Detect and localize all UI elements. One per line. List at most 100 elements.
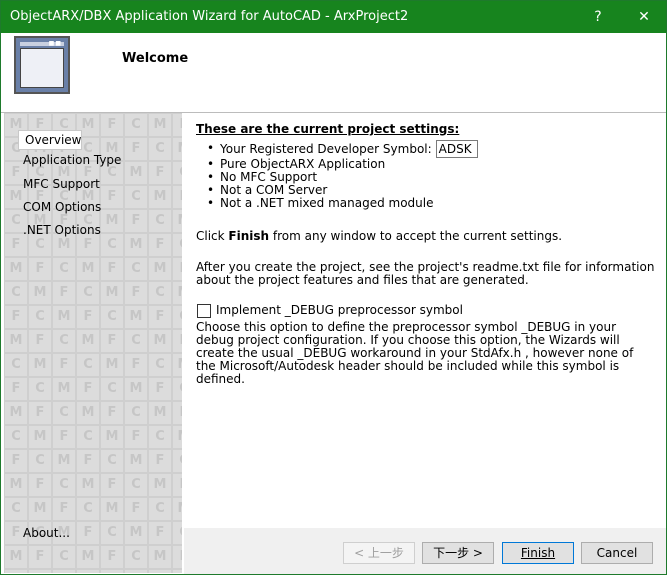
sidebar-pattern-tile: C (124, 257, 148, 281)
sidebar-item-mfc-support[interactable]: MFC Support (23, 177, 100, 191)
sidebar-pattern-tile: C (76, 281, 100, 305)
list-item: Not a .NET mixed managed module (207, 196, 478, 210)
sidebar-pattern-tile: M (148, 545, 172, 569)
sidebar-pattern-tile: M (124, 305, 148, 329)
debug-checkbox-label[interactable]: Implement _DEBUG preprocessor symbol (216, 303, 463, 317)
sidebar-pattern-tile: C (172, 233, 182, 257)
sidebar-pattern-tile: C (52, 401, 76, 425)
sidebar-pattern-tile: C (172, 305, 182, 329)
sidebar-pattern-tile: M (100, 425, 124, 449)
sidebar-item-com-options[interactable]: COM Options (23, 200, 101, 214)
sidebar-pattern-tile: F (148, 233, 172, 257)
sidebar-item-net-options[interactable]: .NET Options (23, 223, 101, 237)
sidebar-pattern-tile: M (172, 209, 182, 233)
sidebar-pattern-tile: C (124, 473, 148, 497)
sidebar-pattern-tile: M (4, 329, 28, 353)
sidebar-pattern-tile: F (52, 281, 76, 305)
sidebar-pattern-tile: C (148, 425, 172, 449)
sidebar-pattern-tile: M (172, 569, 182, 573)
finish-button[interactable]: Finish (502, 542, 574, 564)
cancel-button[interactable]: Cancel (581, 542, 653, 564)
sidebar-pattern-tile: M (148, 113, 172, 137)
sidebar-pattern-tile: M (28, 425, 52, 449)
close-icon[interactable]: ✕ (621, 1, 667, 33)
sidebar-pattern-tile: M (148, 185, 172, 209)
sidebar-pattern-tile: M (52, 449, 76, 473)
finish-note-post: from any window to accept the current se… (269, 229, 563, 243)
sidebar-item-overview[interactable]: Overview (18, 130, 82, 150)
sidebar-pattern-tile: C (124, 329, 148, 353)
sidebar-pattern-tile: F (4, 449, 28, 473)
sidebar-pattern-tile: C (148, 353, 172, 377)
sidebar-pattern-tile: M (172, 425, 182, 449)
sidebar-pattern-tile: F (4, 305, 28, 329)
sidebar-pattern-tile: F (124, 281, 148, 305)
sidebar-pattern-tile: C (148, 209, 172, 233)
main-panel: These are the current project settings: … (184, 113, 666, 528)
wizard-logo-icon: ■■ (14, 36, 70, 94)
sidebar-pattern-tile: C (100, 521, 124, 545)
sidebar-item-application-type[interactable]: Application Type (23, 153, 121, 167)
sidebar-pattern-tile: C (52, 257, 76, 281)
sidebar-pattern-tile: C (4, 425, 28, 449)
debug-checkbox[interactable] (197, 304, 211, 318)
sidebar-pattern-tile: M (4, 545, 28, 569)
sidebar-pattern-tile: F (28, 401, 52, 425)
sidebar-pattern-tile: F (148, 377, 172, 401)
sidebar-pattern-tile: F (124, 569, 148, 573)
sidebar-pattern-tile: M (76, 473, 100, 497)
sidebar-pattern-tile: F (124, 353, 148, 377)
sidebar-pattern-tile: F (172, 329, 182, 353)
settings-heading: These are the current project settings: (196, 122, 460, 136)
sidebar-pattern-tile: F (124, 497, 148, 521)
sidebar-pattern-tile: C (172, 377, 182, 401)
sidebar-pattern-tile: F (172, 473, 182, 497)
sidebar-pattern-tile: C (172, 521, 182, 545)
developer-symbol-field[interactable]: ADSK (435, 139, 478, 158)
help-icon[interactable]: ? (575, 1, 621, 33)
sidebar-pattern-tile: F (148, 449, 172, 473)
sidebar-pattern-tile: F (100, 329, 124, 353)
sidebar-pattern-tile: M (76, 545, 100, 569)
sidebar-pattern-tile: M (124, 233, 148, 257)
sidebar-pattern-tile: F (124, 425, 148, 449)
sidebar-pattern-tile: C (4, 353, 28, 377)
sidebar-pattern-tile: F (52, 497, 76, 521)
next-button[interactable]: 下一步 > (422, 542, 494, 564)
sidebar-pattern-tile: M (148, 401, 172, 425)
sidebar-pattern-tile: C (28, 449, 52, 473)
sidebar-pattern-tile: M (124, 449, 148, 473)
sidebar-pattern-tile: F (124, 137, 148, 161)
sidebar-pattern-tile: F (28, 257, 52, 281)
sidebar-pattern-tile: M (76, 329, 100, 353)
sidebar-pattern-tile: C (76, 353, 100, 377)
sidebar-pattern-tile: M (172, 497, 182, 521)
sidebar-pattern-tile: F (52, 569, 76, 573)
sidebar-pattern-tile: F (100, 113, 124, 137)
sidebar-pattern-tile: M (124, 377, 148, 401)
sidebar-pattern-tile: C (28, 305, 52, 329)
back-button[interactable]: < 上一步 (343, 542, 415, 564)
sidebar-pattern-tile: F (100, 257, 124, 281)
sidebar-pattern-tile: F (76, 521, 100, 545)
sidebar-pattern-tile: F (172, 257, 182, 281)
sidebar-pattern-tile: F (172, 545, 182, 569)
sidebar-pattern-tile: F (148, 305, 172, 329)
sidebar-pattern-tile: C (124, 545, 148, 569)
sidebar-pattern-tile: M (76, 401, 100, 425)
about-link[interactable]: About... (23, 526, 70, 540)
wizard-header: ■■ Welcome (1, 33, 666, 113)
sidebar-pattern-tile: C (100, 449, 124, 473)
sidebar-pattern-tile: M (100, 569, 124, 573)
sidebar-pattern-tile: F (76, 305, 100, 329)
sidebar-pattern-tile: M (4, 401, 28, 425)
list-item: Your Registered Developer Symbol:ADSK (207, 139, 478, 158)
sidebar-pattern-tile: F (52, 425, 76, 449)
list-item: Pure ObjectARX Application (207, 157, 478, 171)
sidebar-pattern-tile: M (172, 353, 182, 377)
button-bar: < 上一步 下一步 > Finish Cancel (184, 528, 666, 574)
title-bar[interactable]: ObjectARX/DBX Application Wizard for Aut… (1, 1, 666, 33)
sidebar-pattern-tile: F (100, 473, 124, 497)
sidebar-pattern-tile: M (28, 569, 52, 573)
sidebar-pattern-tile: C (52, 545, 76, 569)
